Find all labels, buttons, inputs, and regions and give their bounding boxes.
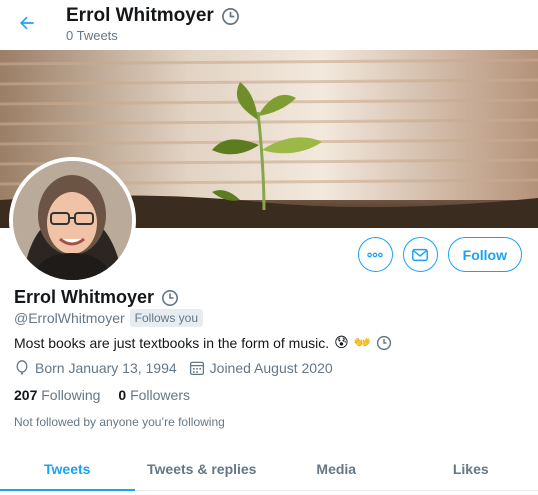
- header-name: Errol Whitmoyer: [66, 5, 214, 26]
- message-button[interactable]: [402, 237, 438, 272]
- birthday: Born January 13, 1994: [14, 360, 177, 376]
- follows-you-badge: Follows you: [129, 309, 204, 327]
- tab-tweets[interactable]: Tweets: [0, 447, 135, 491]
- more-button[interactable]: [357, 237, 393, 272]
- not-followed-text: Not followed by anyone you’re following: [14, 415, 225, 429]
- handle-row: @ErrolWhitmoyer Follows you: [14, 309, 204, 327]
- back-button[interactable]: [12, 8, 42, 38]
- followers-count: 0: [118, 387, 127, 403]
- join-date: Joined August 2020: [189, 360, 333, 376]
- bio-emoji-hands: 👐: [353, 334, 372, 350]
- follow-button[interactable]: Follow: [447, 237, 522, 272]
- profile-name-row: Errol Whitmoyer: [14, 287, 179, 308]
- tab-tweets-replies[interactable]: Tweets & replies: [135, 447, 270, 490]
- header-tweet-count: 0 Tweets: [66, 28, 118, 43]
- clock-icon: [162, 289, 179, 306]
- following-label: Following: [41, 387, 101, 403]
- more-icon: [367, 252, 383, 257]
- birthday-text: Born January 13, 1994: [35, 360, 177, 376]
- followers-link[interactable]: 0 Followers: [118, 387, 190, 403]
- profile-actions: Follow: [357, 237, 522, 272]
- balloon-icon: [16, 360, 28, 375]
- profile-bio: Most books are just textbooks in the for…: [14, 334, 392, 351]
- profile-meta: Born January 13, 1994 Joined August 2020: [14, 360, 339, 376]
- clock-icon: [221, 7, 239, 25]
- clock-icon: [377, 335, 392, 350]
- followers-label: Followers: [130, 387, 190, 403]
- bio-text: Most books are just textbooks in the for…: [14, 334, 330, 351]
- bio-emoji-anxious: 😰: [334, 334, 349, 350]
- following-link[interactable]: 207 Following: [14, 387, 100, 403]
- profile-handle: @ErrolWhitmoyer: [14, 310, 125, 326]
- avatar-photo: [13, 161, 132, 280]
- envelope-icon: [412, 248, 429, 261]
- calendar-icon: [189, 361, 204, 376]
- back-arrow-icon: [20, 16, 34, 30]
- tab-media[interactable]: Media: [269, 447, 404, 490]
- profile-stats: 207 Following 0 Followers: [14, 387, 190, 403]
- following-count: 207: [14, 387, 38, 403]
- join-date-text: Joined August 2020: [209, 360, 333, 376]
- avatar[interactable]: [9, 157, 136, 284]
- profile-tabs: Tweets Tweets & replies Media Likes: [0, 447, 538, 491]
- header-title-row: Errol Whitmoyer: [66, 5, 240, 27]
- profile-header: Errol Whitmoyer 0 Tweets: [0, 0, 538, 50]
- profile-name: Errol Whitmoyer: [14, 287, 155, 307]
- tab-likes[interactable]: Likes: [404, 447, 538, 490]
